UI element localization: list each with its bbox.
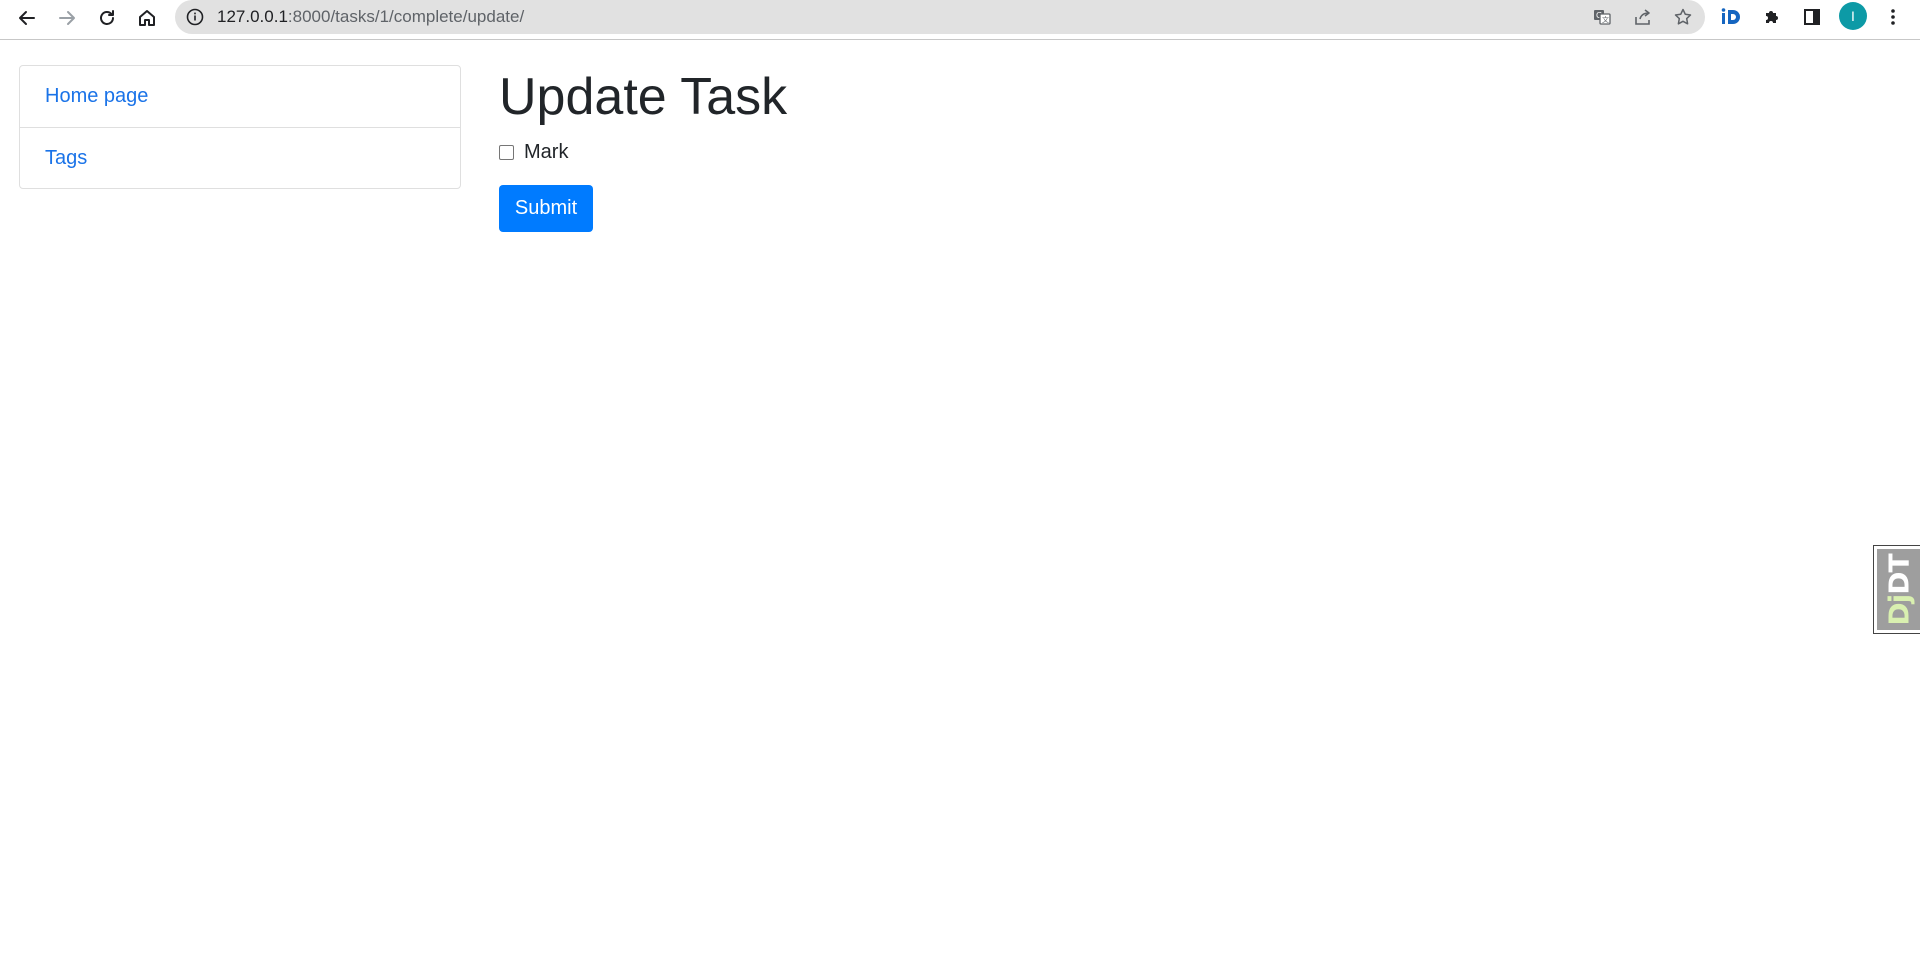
site-info-icon[interactable] <box>186 8 204 26</box>
kebab-menu-icon[interactable] <box>1879 3 1907 31</box>
browser-toolbar: 127.0.0.1:8000/tasks/1/complete/update/ … <box>0 0 1920 40</box>
sidebar-nav: Home page Tags <box>19 65 461 189</box>
puzzle-extensions-icon[interactable] <box>1758 3 1786 31</box>
home-icon <box>139 10 155 26</box>
sidebar-item-tags[interactable]: Tags <box>20 127 460 188</box>
bookmark-star-icon[interactable] <box>1672 6 1694 28</box>
reload-icon <box>100 10 114 25</box>
back-button[interactable] <box>11 2 43 34</box>
mark-checkbox-group: Mark <box>499 139 568 165</box>
url-text[interactable]: 127.0.0.1:8000/tasks/1/complete/update/ <box>217 7 524 27</box>
url-path: :8000/tasks/1/complete/update/ <box>287 7 525 26</box>
home-button[interactable] <box>131 2 163 34</box>
back-arrow-icon <box>19 11 35 25</box>
url-host: 127.0.0.1 <box>217 7 288 26</box>
translate-icon[interactable]: G文 <box>1591 6 1613 28</box>
debug-toolbar-logo: DjDT <box>1877 549 1920 630</box>
share-icon[interactable] <box>1632 6 1654 28</box>
submit-button[interactable]: Submit <box>499 185 593 232</box>
mark-checkbox-label[interactable]: Mark <box>524 139 568 165</box>
debug-toolbar-label: DjDT <box>1883 554 1916 625</box>
main-content: Update Task Mark Submit <box>499 62 788 232</box>
page-title: Update Task <box>499 68 788 126</box>
side-panel-icon[interactable] <box>1798 3 1826 31</box>
forward-button[interactable] <box>51 2 83 34</box>
mark-checkbox[interactable] <box>499 144 514 160</box>
svg-text:文: 文 <box>1602 15 1609 24</box>
forward-arrow-icon <box>59 11 75 25</box>
profile-avatar[interactable]: I <box>1839 2 1867 30</box>
debug-toolbar-label-suffix: DT <box>1882 553 1916 595</box>
debug-toolbar-handle[interactable]: DjDT <box>1873 545 1920 634</box>
reload-button[interactable] <box>91 2 123 34</box>
extension-id-icon[interactable] <box>1718 3 1746 31</box>
sidebar-item-home-page[interactable]: Home page <box>20 66 460 127</box>
address-bar[interactable]: 127.0.0.1:8000/tasks/1/complete/update/ … <box>175 0 1705 34</box>
debug-toolbar-label-prefix: Dj <box>1882 594 1916 626</box>
